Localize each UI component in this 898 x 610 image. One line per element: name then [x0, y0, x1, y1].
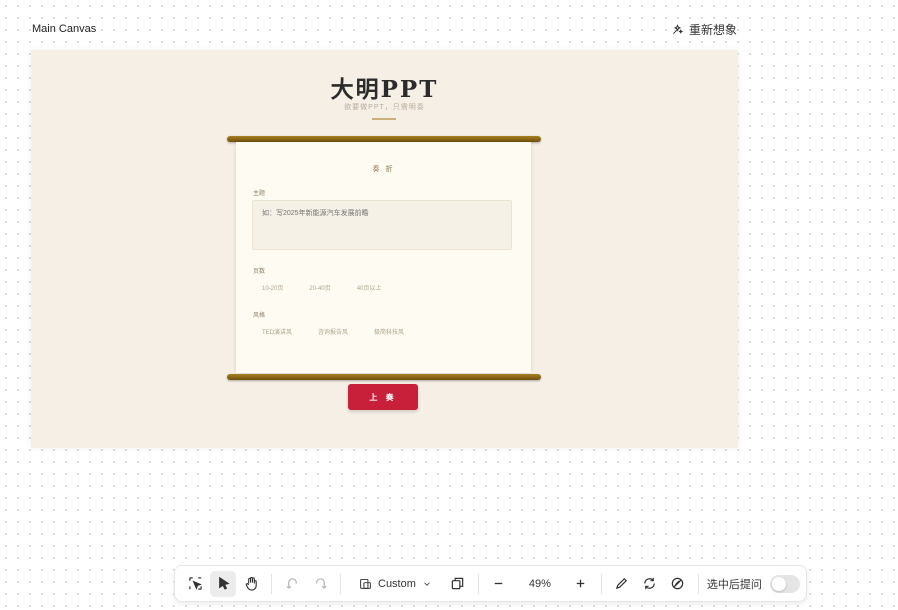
ask-after-select-label: 选中后提问	[706, 578, 762, 591]
toolbar-separator	[477, 573, 479, 594]
pointer-button[interactable]	[210, 570, 236, 597]
toolbar-separator	[340, 573, 341, 594]
toolbar-separator	[271, 573, 272, 594]
page-option-10-20[interactable]: 10-20页	[252, 279, 294, 296]
style-option-minimal-tech[interactable]: 极简科技风	[364, 323, 415, 340]
scroll-heading: 奏 折	[372, 166, 395, 173]
canvas-title: Main Canvas	[32, 23, 97, 35]
refresh-button[interactable]	[637, 571, 663, 597]
title-divider	[372, 118, 396, 120]
reimagine-button[interactable]: 重新想象	[671, 21, 737, 38]
hand-button[interactable]	[238, 571, 264, 597]
pages-options: 10-20页 20-40页 40页以上	[252, 279, 392, 296]
ppt-title: 大明PPT	[330, 76, 439, 103]
pointer-icon	[218, 576, 230, 590]
disable-icon	[672, 577, 684, 590]
duplicate-button[interactable]	[445, 571, 471, 597]
pages-label: 页数	[253, 269, 266, 275]
reimagine-icon	[673, 24, 684, 34]
undo-button[interactable]	[279, 571, 305, 597]
reimagine-label: 重新想象	[689, 23, 738, 37]
artboard[interactable]: 大明PPT 欲要做PPT，只需明奏 奏 折 主题 页数 10-20页 20-40…	[31, 50, 738, 448]
scroll-rod-bottom	[227, 374, 541, 380]
undo-icon	[285, 578, 297, 589]
zoom-out-button[interactable]	[486, 571, 512, 597]
lasso-select-button[interactable]	[182, 571, 208, 597]
redo-icon	[315, 578, 327, 589]
topic-input[interactable]	[252, 200, 512, 250]
toolbar-separator	[600, 573, 602, 594]
frame-icon	[360, 578, 371, 589]
zoom-in-button[interactable]	[568, 571, 594, 597]
pencil-icon	[616, 577, 628, 590]
style-options: TED演讲风 咨询报告风 极简科技风	[252, 323, 415, 340]
zoom-level[interactable]: 49%	[513, 578, 567, 590]
ask-after-select-toggle[interactable]	[769, 574, 800, 593]
disable-button[interactable]	[665, 571, 691, 597]
style-label: 风格	[253, 313, 266, 319]
bottom-toolbar: Custom 49% 选中后提问	[174, 565, 807, 602]
duplicate-icon	[452, 577, 464, 590]
style-option-consulting[interactable]: 咨询报告风	[308, 323, 359, 340]
topic-label: 主题	[253, 191, 266, 197]
zoom-in-icon	[577, 579, 585, 588]
refresh-icon	[644, 577, 656, 590]
toolbar-separator	[697, 573, 699, 594]
preset-label: Custom	[378, 577, 416, 590]
toggle-knob	[771, 576, 786, 591]
page-option-20-40[interactable]: 20-40页	[299, 279, 341, 296]
redo-button[interactable]	[307, 571, 333, 597]
lasso-select-icon	[188, 577, 202, 590]
pencil-button[interactable]	[609, 571, 635, 597]
chevron-down-icon	[424, 581, 430, 586]
style-option-ted[interactable]: TED演讲风	[252, 323, 303, 340]
frame-preset-select[interactable]: Custom	[347, 577, 444, 590]
hand-icon	[245, 576, 257, 591]
ppt-subtitle: 欲要做PPT，只需明奏	[344, 104, 425, 111]
zoom-out-icon	[495, 582, 503, 585]
scroll-panel: 奏 折 主题 页数 10-20页 20-40页 40页以上 风格 TED演讲风 …	[236, 142, 531, 373]
submit-button[interactable]: 上 奏	[348, 384, 418, 410]
page-option-40-plus[interactable]: 40页以上	[346, 279, 392, 296]
